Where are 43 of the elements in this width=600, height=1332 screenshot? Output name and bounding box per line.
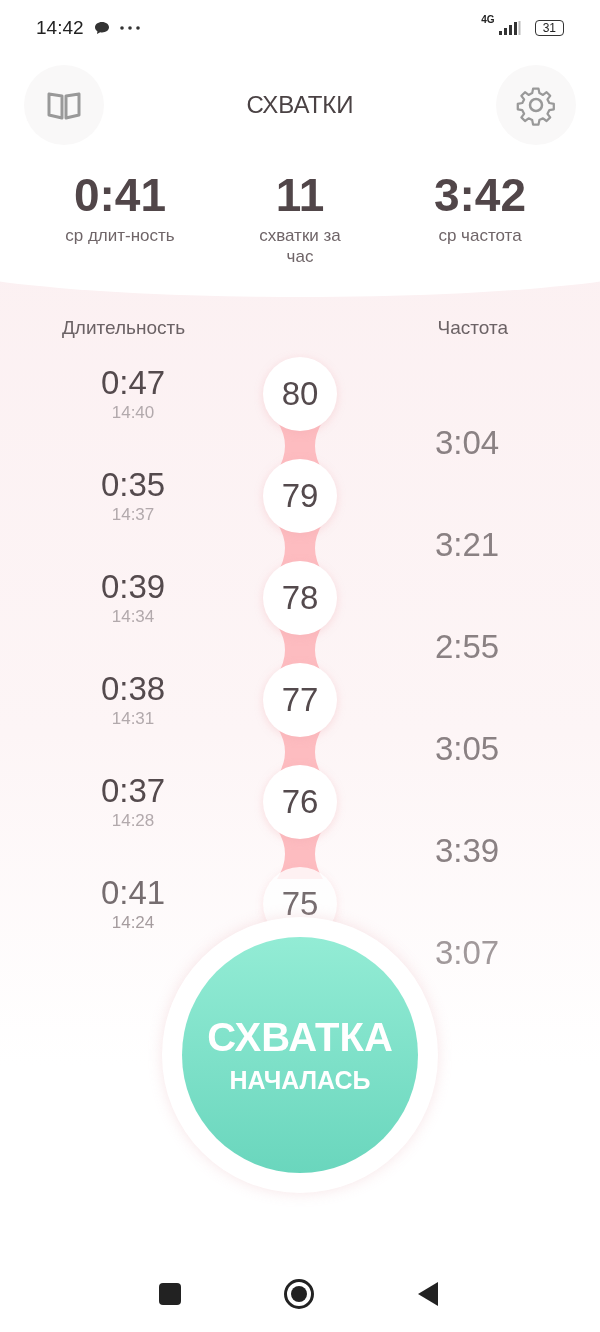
duration-value: 0:41 bbox=[100, 873, 166, 913]
network-label: 4G bbox=[481, 14, 495, 25]
start-time: 14:31 bbox=[111, 709, 155, 729]
start-time: 14:40 bbox=[111, 403, 155, 423]
start-contraction-button[interactable]: СХВАТКА НАЧАЛАСЬ bbox=[182, 937, 418, 1173]
duration-value: 0:37 bbox=[100, 771, 166, 811]
signal-icon bbox=[496, 20, 521, 35]
start-time: 14:28 bbox=[111, 811, 155, 831]
start-time: 14:24 bbox=[111, 913, 155, 933]
start-time: 14:37 bbox=[111, 505, 155, 525]
column-header: Длительность bbox=[62, 317, 186, 340]
screen-title: СХВАТКИ bbox=[246, 91, 354, 119]
interval-value: 3:39 bbox=[434, 831, 500, 871]
duration-value: 0:38 bbox=[100, 669, 166, 709]
interval-value: 3:04 bbox=[434, 423, 500, 463]
contraction-number: 76 bbox=[263, 765, 337, 839]
status-time: 14:42 bbox=[36, 16, 84, 39]
column-header: Частота bbox=[437, 317, 508, 340]
stat-value: 3:42 bbox=[433, 168, 527, 223]
contraction-number: 77 bbox=[263, 663, 337, 737]
stat-label: схватки за час bbox=[258, 225, 342, 267]
recents-icon[interactable] bbox=[158, 1282, 182, 1306]
stat-label: ср частота bbox=[437, 225, 523, 246]
back-icon[interactable] bbox=[416, 1281, 440, 1307]
stat-value: 11 bbox=[275, 168, 325, 223]
contraction-number: 78 bbox=[263, 561, 337, 635]
duration-value: 0:35 bbox=[100, 465, 166, 505]
duration-value: 0:39 bbox=[100, 567, 166, 607]
home-icon[interactable] bbox=[283, 1278, 315, 1310]
chat-icon bbox=[93, 20, 110, 35]
interval-value: 2:55 bbox=[434, 627, 500, 667]
interval-value: 3:21 bbox=[434, 525, 500, 565]
start-time: 14:34 bbox=[111, 607, 155, 627]
more-icon bbox=[119, 25, 140, 30]
book-icon bbox=[46, 90, 82, 120]
battery-indicator: 31 bbox=[534, 19, 564, 36]
contraction-number: 79 bbox=[263, 459, 337, 533]
duration-value: 0:47 bbox=[100, 363, 166, 403]
interval-value: 3:07 bbox=[434, 933, 500, 973]
stat-label: ср длит-ность bbox=[65, 225, 175, 246]
interval-value: 3:05 bbox=[434, 729, 500, 769]
contraction-number: 80 bbox=[263, 357, 337, 431]
stat-value: 0:41 bbox=[73, 168, 167, 223]
